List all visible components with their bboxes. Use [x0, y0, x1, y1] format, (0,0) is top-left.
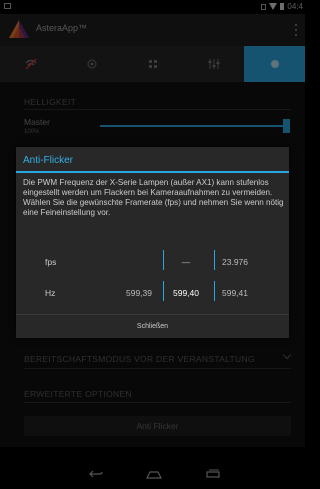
picker-divider	[214, 281, 215, 301]
fps-label: fps	[45, 257, 57, 267]
hz-option-current[interactable]: 599,40	[166, 288, 206, 298]
picker-divider	[163, 250, 164, 270]
hz-option-prev[interactable]: 599,39	[119, 288, 159, 298]
dialog-message: Die PWM Frequenz der X-Serie Lampen (auß…	[23, 178, 284, 217]
hz-option-next[interactable]: 599,41	[215, 288, 255, 298]
hz-label: Hz	[45, 288, 56, 298]
dialog-title: Anti-Flicker	[23, 155, 74, 166]
anti-flicker-dialog: Anti-Flicker Die PWM Frequenz der X-Seri…	[16, 147, 289, 338]
close-button[interactable]: Schließen	[16, 315, 289, 338]
picker-divider	[163, 281, 164, 301]
dialog-title-divider	[16, 171, 289, 173]
fps-option-next[interactable]: 23.976	[215, 257, 255, 267]
fps-option-current[interactable]: —	[166, 257, 206, 267]
picker-divider	[214, 250, 215, 270]
